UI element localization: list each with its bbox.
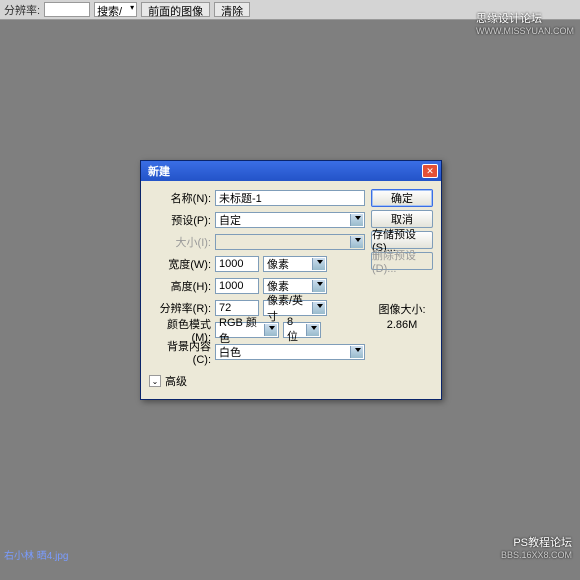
- watermark-bottom-left: 右小林 晒4.jpg: [4, 547, 68, 562]
- width-label: 宽度(W):: [149, 256, 211, 272]
- watermark-top: 思缘设计论坛 WWW.MISSYUAN.COM: [476, 10, 574, 36]
- preset-select[interactable]: 自定: [215, 212, 365, 228]
- name-input[interactable]: [215, 190, 365, 206]
- resolution-label-dlg: 分辨率(R):: [149, 300, 211, 316]
- close-icon[interactable]: ✕: [422, 164, 438, 178]
- dialog-title: 新建: [144, 163, 422, 179]
- prev-image-button[interactable]: 前面的图像: [141, 2, 210, 17]
- resolution-label: 分辨率:: [4, 2, 40, 18]
- search-dropdown[interactable]: 搜索/: [94, 2, 137, 17]
- size-select: [215, 234, 365, 250]
- color-mode-select[interactable]: RGB 颜色: [215, 322, 279, 338]
- dialog-titlebar[interactable]: 新建 ✕: [141, 161, 441, 181]
- preset-label: 预设(P):: [149, 212, 211, 228]
- height-label: 高度(H):: [149, 278, 211, 294]
- advanced-label: 高级: [165, 373, 187, 389]
- chevron-down-icon[interactable]: ⌄: [149, 375, 161, 387]
- watermark-bottom-right: PS教程论坛 BBS.16XX8.COM: [501, 534, 572, 560]
- bit-depth-select[interactable]: 8 位: [283, 322, 321, 338]
- width-unit-select[interactable]: 像素: [263, 256, 327, 272]
- new-document-dialog: 新建 ✕ 名称(N): 预设(P): 自定 大小(I): 宽度(W): 像素: [140, 160, 442, 400]
- clear-button[interactable]: 清除: [214, 2, 250, 17]
- delete-preset-button: 删除预设(D)...: [371, 252, 433, 270]
- height-input[interactable]: [215, 278, 259, 294]
- background-label: 背景内容(C):: [149, 338, 211, 366]
- resolution-unit-select[interactable]: 像素/英寸: [263, 300, 327, 316]
- resolution-input[interactable]: [44, 2, 90, 17]
- background-select[interactable]: 白色: [215, 344, 365, 360]
- name-label: 名称(N):: [149, 190, 211, 206]
- width-input[interactable]: [215, 256, 259, 272]
- size-label: 大小(I):: [149, 234, 211, 250]
- ok-button[interactable]: 确定: [371, 189, 433, 207]
- image-size-info: 图像大小: 2.86M: [371, 303, 433, 334]
